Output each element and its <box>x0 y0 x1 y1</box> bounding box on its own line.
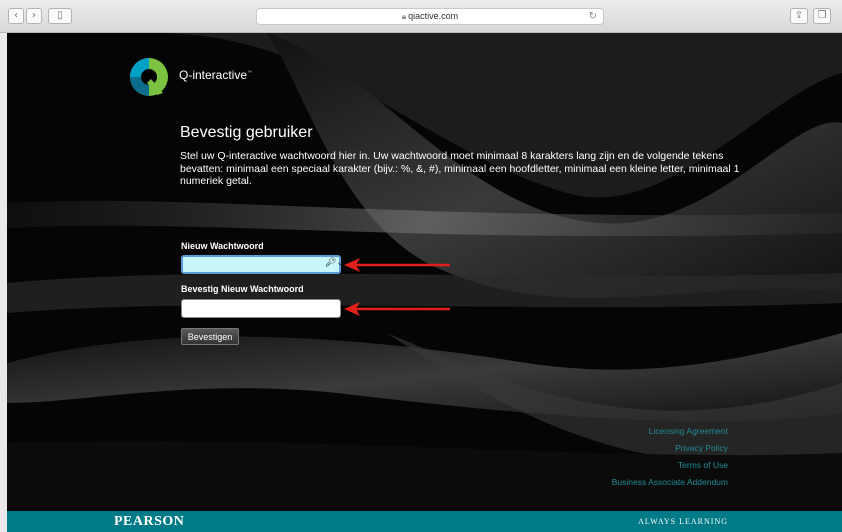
sidebar-icon[interactable]: ▯ <box>48 8 72 24</box>
confirm-password-label: Bevestig Nieuw Wachtwoord <box>181 284 304 294</box>
chevron-left-icon[interactable]: ‹ <box>8 8 24 24</box>
business-associate-addendum-link[interactable]: Business Associate Addendum <box>612 474 728 491</box>
terms-of-use-link[interactable]: Terms of Use <box>612 457 728 474</box>
tagline: ALWAYS LEARNING <box>638 517 728 526</box>
confirm-button[interactable]: Bevestigen <box>181 328 239 345</box>
new-password-label: Nieuw Wachtwoord <box>181 241 264 251</box>
new-password-field[interactable] <box>181 255 341 274</box>
address-bar[interactable]: 🔒︎ qiactive.com ↻ <box>256 8 604 25</box>
chevron-right-icon[interactable]: › <box>26 8 42 24</box>
annotation-arrow-icon <box>344 302 450 316</box>
annotation-arrow-icon <box>344 258 450 272</box>
browser-toolbar: ‹ › ▯ 🔒︎ qiactive.com ↻ ⇪ ❐ <box>0 0 842 33</box>
q-interactive-logo-icon <box>130 58 168 96</box>
tabs-icon[interactable]: ❐ <box>813 8 831 24</box>
url-text: qiactive.com <box>408 11 459 21</box>
password-requirements-text: Stel uw Q-interactive wachtwoord hier in… <box>180 150 740 187</box>
footer-links: Licensing Agreement Privacy Policy Terms… <box>612 423 728 491</box>
pearson-logo: PEARSON <box>114 514 185 529</box>
page-title: Bevestig gebruiker <box>180 124 313 141</box>
brand-name: Q-interactive™ <box>179 68 253 82</box>
share-icon[interactable]: ⇪ <box>790 8 808 24</box>
reload-icon[interactable]: ↻ <box>589 9 597 24</box>
confirm-password-field[interactable] <box>181 299 341 318</box>
footer-bar: PEARSON ALWAYS LEARNING <box>7 511 842 532</box>
lock-icon: 🔒︎ <box>401 12 407 21</box>
licensing-agreement-link[interactable]: Licensing Agreement <box>612 423 728 440</box>
page-content: Q-interactive™ Bevestig gebruiker Stel u… <box>7 33 842 532</box>
privacy-policy-link[interactable]: Privacy Policy <box>612 440 728 457</box>
